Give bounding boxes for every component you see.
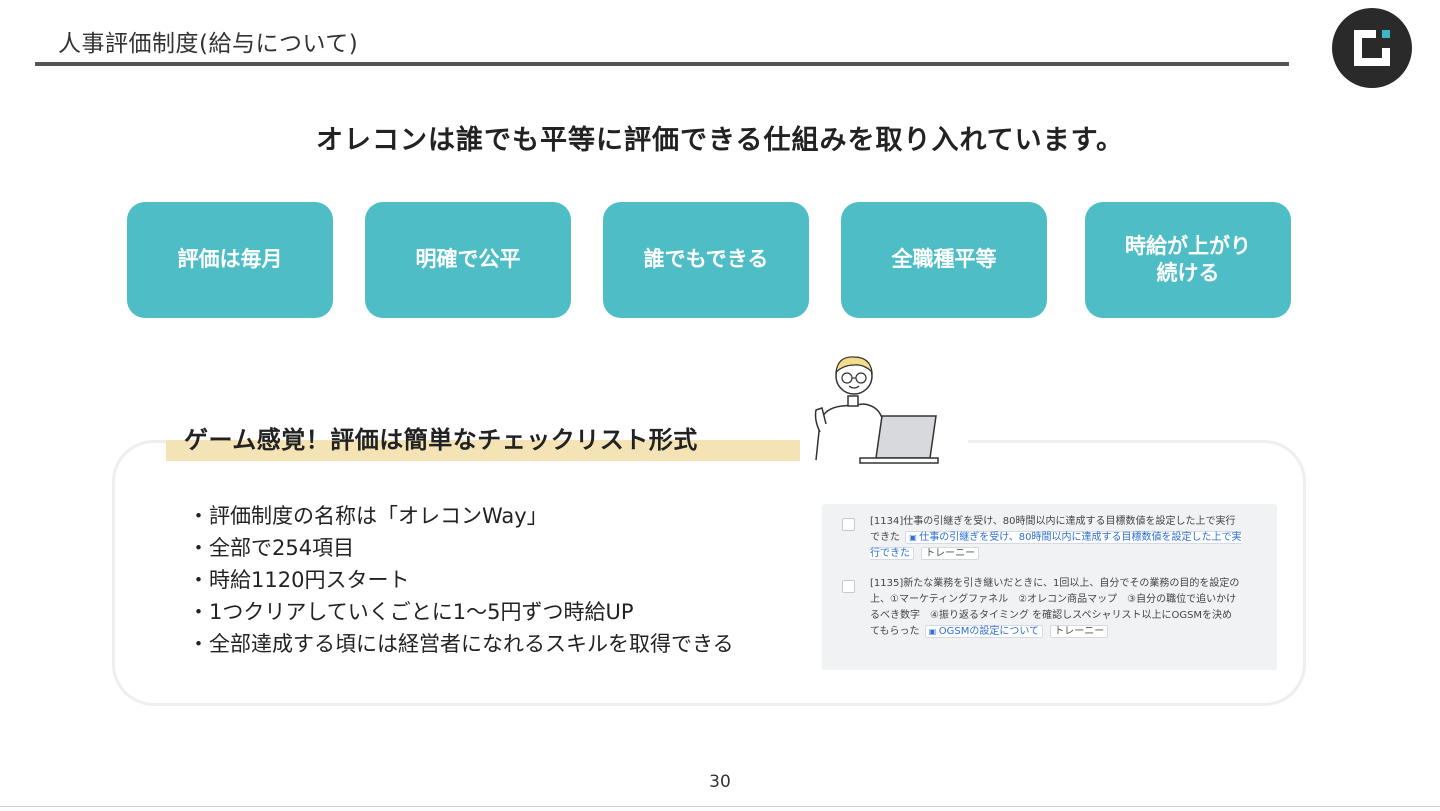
footer-rule (0, 806, 1440, 807)
bullet-management-skills: ・全部達成する頃には経営者になれるスキルを取得できる (188, 632, 734, 656)
bullet-starting-wage: ・時給1120円スタート (188, 568, 410, 592)
pill-monthly-evaluation: 評価は毎月 (127, 202, 333, 318)
header-title: 人事評価制度(給与について) (58, 31, 359, 57)
checkbox[interactable] (842, 518, 855, 531)
bullet-total-items: ・全部で254項目 (188, 536, 355, 560)
headline: オレコンは誰でも平等に評価できる仕組みを取り入れています。 (316, 125, 1124, 156)
pill-anyone-can-do: 誰でもできる (603, 202, 809, 318)
pill-wage-keeps-rising: 時給が上がり 続ける (1085, 202, 1291, 318)
panel-subtitle: ゲーム感覚！評価は簡単なチェックリスト形式 (184, 426, 698, 454)
checklist-item-tag: トレーニー (921, 547, 980, 560)
logo-mark-icon (1354, 30, 1390, 66)
person-with-laptop-illustration (814, 356, 939, 464)
company-logo (1332, 8, 1412, 88)
feature-pills: 評価は毎月 明確で公平 誰でもできる 全職種平等 時給が上がり 続ける (0, 202, 1440, 320)
checklist-screenshot: [1134]仕事の引継ぎを受け、80時間以内に達成する目標数値を設定した上で実行… (822, 504, 1277, 670)
feature-bullet-list: ・評価制度の名称は「オレコンWay」 ・全部で254項目 ・時給1120円スター… (188, 500, 734, 660)
checklist-item-link[interactable]: OGSMの設定について (924, 625, 1044, 638)
checkbox[interactable] (842, 580, 855, 593)
page-number: 30 (709, 772, 731, 792)
bullet-wage-increase: ・1つクリアしていくごとに1～5円ずつ時給UP (188, 600, 634, 624)
checklist-item-tag: トレーニー (1050, 625, 1109, 638)
pill-all-jobs-equal: 全職種平等 (841, 202, 1047, 318)
header-rule (35, 62, 1289, 66)
pill-clear-and-fair: 明確で公平 (365, 202, 571, 318)
bullet-system-name: ・評価制度の名称は「オレコンWay」 (188, 504, 548, 528)
